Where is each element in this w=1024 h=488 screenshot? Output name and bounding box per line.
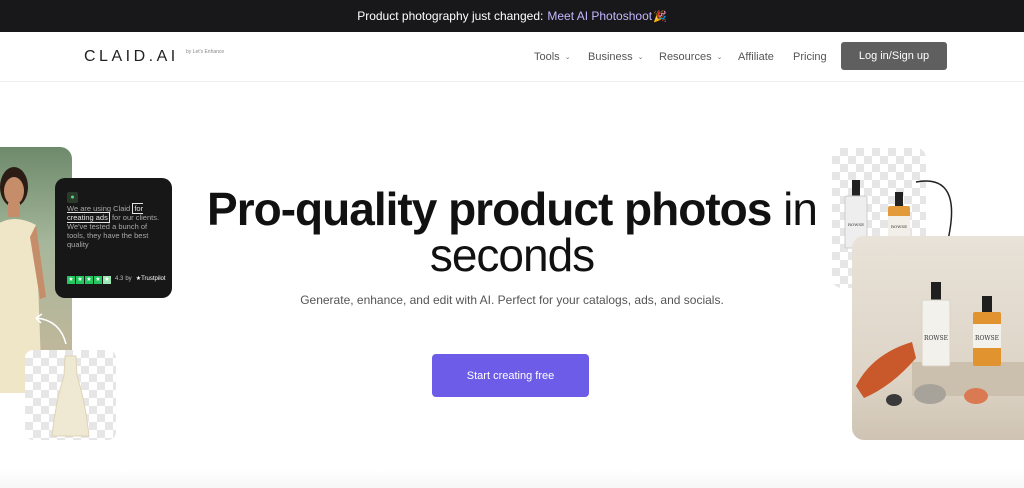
chevron-down-icon: ⌄ <box>564 54 571 61</box>
chevron-down-icon: ⌄ <box>637 54 644 61</box>
login-signup-button[interactable]: Log in/Sign up <box>841 42 947 70</box>
bottle-brand: ROWSE <box>891 224 907 229</box>
nav-resources[interactable]: Resources ⌄ <box>659 51 722 63</box>
party-icon: 🎉 <box>653 10 667 23</box>
bottle-brand: ROWSE <box>975 335 999 342</box>
headline-rest: in <box>783 183 818 235</box>
nav-business[interactable]: Business ⌄ <box>588 51 644 63</box>
logo-subtitle: by Let's Enhance <box>186 49 225 55</box>
start-creating-button[interactable]: Start creating free <box>432 354 589 397</box>
announcement-bar: Product photography just changed: Meet A… <box>0 0 1024 32</box>
announcement-link[interactable]: Meet AI Photoshoot <box>547 9 652 23</box>
top-nav: CLAID.AI by Let's Enhance Tools ⌄ Busine… <box>0 32 1024 82</box>
curved-arrow-icon <box>35 313 67 345</box>
nav-tools-label: Tools <box>534 51 560 63</box>
product-scene-illustration: ROWSE ROWSE <box>856 282 1024 406</box>
bottle-brand: ROWSE <box>848 222 864 227</box>
product-scene-image: ROWSE ROWSE <box>852 236 1024 440</box>
nav-pricing[interactable]: Pricing <box>793 51 827 63</box>
dress-cutout-image <box>25 350 116 440</box>
section-divider <box>0 470 1024 488</box>
bottle-brand: ROWSE <box>924 335 948 342</box>
nav-affiliate[interactable]: Affiliate <box>738 51 774 63</box>
nav-pricing-label: Pricing <box>793 51 827 63</box>
announcement-text: Product photography just changed: <box>357 9 544 23</box>
nav-resources-label: Resources <box>659 51 712 63</box>
headline-bold: Pro-quality product photos <box>207 183 772 235</box>
dress-illustration <box>51 355 90 437</box>
nav-business-label: Business <box>588 51 633 63</box>
nav-affiliate-label: Affiliate <box>738 51 774 63</box>
logo[interactable]: CLAID.AI <box>84 48 179 66</box>
nav-tools[interactable]: Tools ⌄ <box>534 51 571 63</box>
chevron-down-icon: ⌄ <box>716 54 723 61</box>
